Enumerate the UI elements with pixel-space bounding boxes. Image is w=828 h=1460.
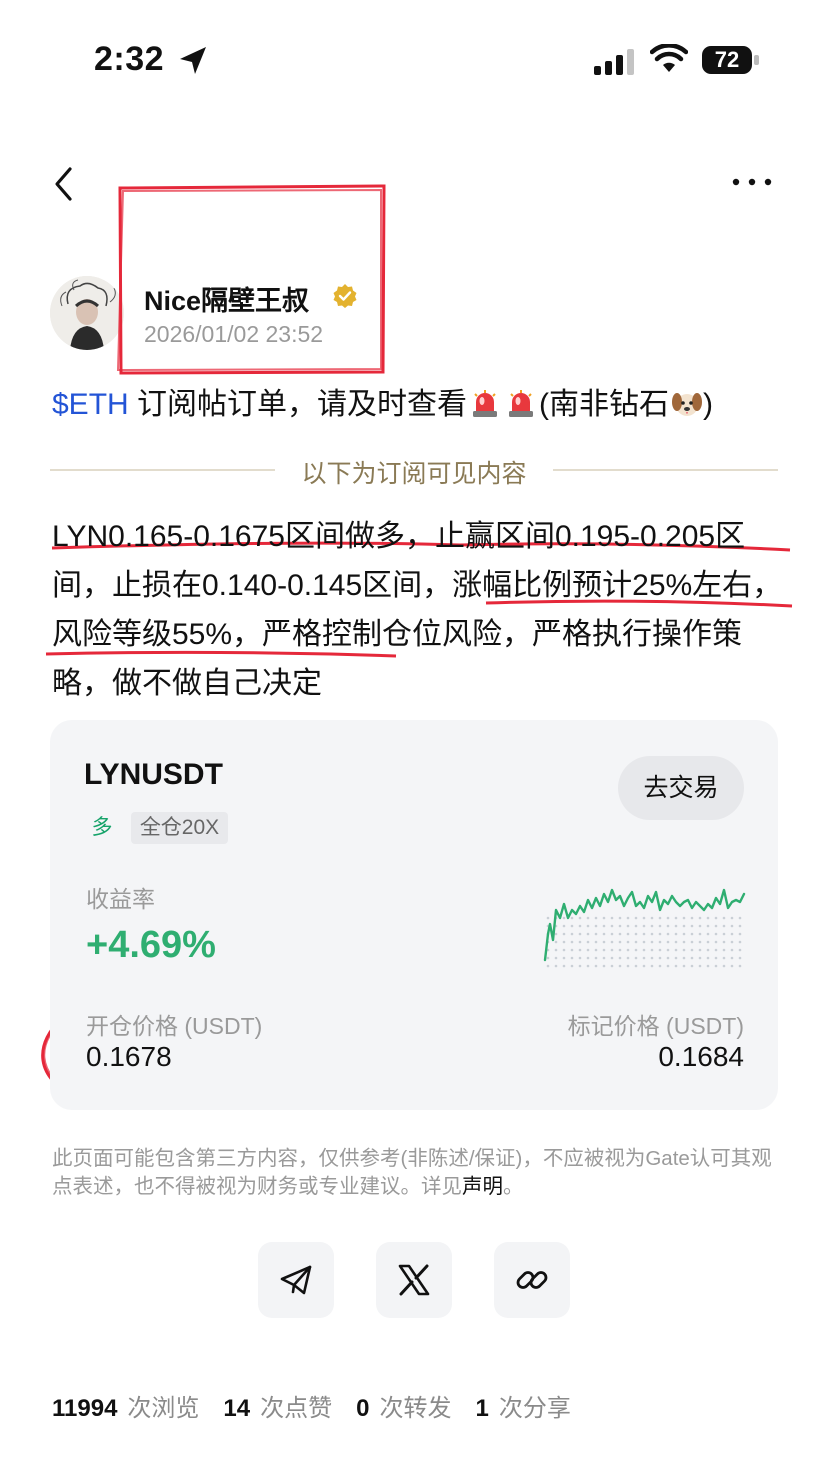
post-timestamp: 2026/01/02 23:52 bbox=[144, 321, 324, 347]
share-telegram-button[interactable] bbox=[258, 1242, 334, 1318]
entry-price-value: 0.1678 bbox=[86, 1041, 172, 1072]
telegram-icon bbox=[280, 1265, 312, 1295]
coin-tag-link[interactable]: $ETH bbox=[52, 388, 129, 421]
author-name[interactable]: Nice隔壁王叔 bbox=[144, 279, 309, 318]
author-avatar[interactable] bbox=[50, 276, 124, 350]
wifi-icon bbox=[650, 44, 688, 72]
dog-emoji-icon bbox=[672, 393, 703, 416]
headline-suffix-close: ) bbox=[703, 388, 714, 421]
status-time: 2:32 bbox=[94, 40, 165, 78]
siren-emoji-icon bbox=[473, 390, 498, 417]
x-icon bbox=[398, 1264, 430, 1296]
leverage-badge: 全仓20X bbox=[131, 812, 228, 844]
battery-indicator: 72 bbox=[702, 46, 760, 76]
likes-label: 次点赞 bbox=[260, 1395, 333, 1422]
roi-label: 收益率 bbox=[86, 886, 155, 912]
statement-link[interactable]: 声明 bbox=[462, 1175, 503, 1198]
shares-label: 次分享 bbox=[498, 1395, 571, 1422]
entry-price-label: 开仓价格 (USDT) bbox=[86, 1013, 263, 1039]
disclaimer-end: 。 bbox=[503, 1175, 524, 1198]
shares-count: 1 bbox=[475, 1395, 489, 1422]
siren-emoji-icon bbox=[509, 390, 534, 417]
more-options-icon[interactable] bbox=[730, 170, 774, 194]
price-sparkline: /* dots drawn below */ bbox=[543, 888, 746, 968]
copy-link-button[interactable] bbox=[494, 1242, 570, 1318]
go-trade-button[interactable]: 去交易 bbox=[618, 756, 744, 820]
side-badge: 多 bbox=[91, 816, 113, 839]
reposts-label: 次转发 bbox=[379, 1395, 452, 1422]
divider-line-left bbox=[50, 469, 275, 471]
battery-level: 72 bbox=[714, 47, 740, 72]
post-body: LYN0.165-0.1675区间做多，止赢区间0.195-0.205区间，止损… bbox=[52, 520, 783, 700]
link-icon bbox=[516, 1271, 548, 1289]
back-chevron-icon[interactable] bbox=[48, 164, 80, 204]
share-x-button[interactable] bbox=[376, 1242, 452, 1318]
reposts-count: 0 bbox=[356, 1395, 370, 1422]
mark-price-value: 0.1684 bbox=[658, 1041, 744, 1072]
mark-price-label: 标记价格 (USDT) bbox=[567, 1013, 744, 1039]
verified-badge-icon bbox=[333, 284, 357, 308]
divider-line-right bbox=[553, 469, 778, 471]
post-stats: 11994 次浏览 14 次点赞 0 次转发 1 次分享 bbox=[52, 1388, 595, 1423]
roi-value: +4.69% bbox=[86, 924, 216, 966]
disclaimer: 此页面可能包含第三方内容，仅供参考(非陈述/保证)，不应被视为Gate认可其观点… bbox=[52, 1145, 782, 1201]
post-headline: $ETH 订阅帖订单，请及时查看 (南非钻石 ) bbox=[52, 382, 713, 428]
likes-count: 14 bbox=[223, 1395, 251, 1422]
subscriber-content-divider: 以下为订阅可见内容 bbox=[301, 460, 527, 488]
location-arrow-icon bbox=[180, 47, 206, 74]
views-count: 11994 bbox=[52, 1395, 118, 1422]
headline-suffix: (南非钻石 bbox=[539, 388, 670, 421]
views-label: 次浏览 bbox=[127, 1395, 200, 1422]
cellular-signal-icon bbox=[594, 49, 634, 75]
headline-text: 订阅帖订单，请及时查看 bbox=[137, 388, 468, 421]
contract-symbol: LYNUSDT bbox=[84, 758, 223, 791]
disclaimer-text: 此页面可能包含第三方内容，仅供参考(非陈述/保证)，不应被视为Gate认可其观点… bbox=[52, 1147, 772, 1198]
